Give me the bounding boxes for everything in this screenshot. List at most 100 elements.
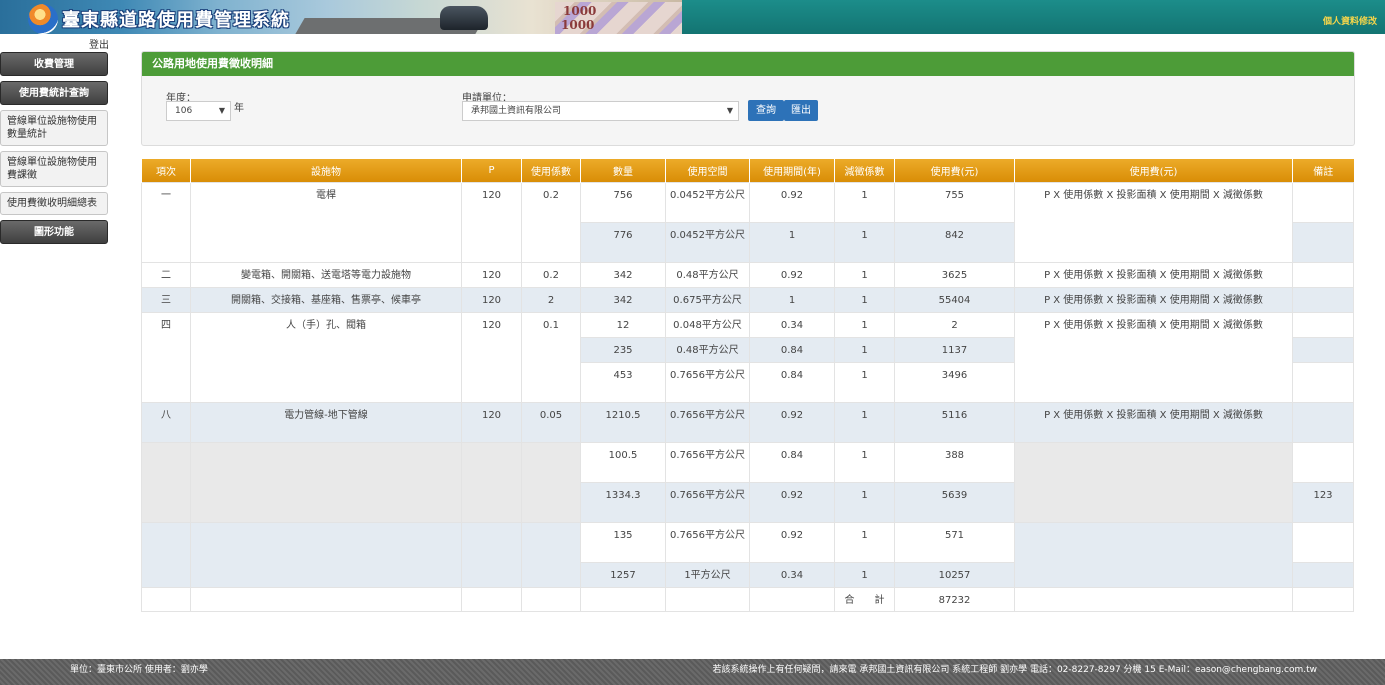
query-button[interactable]: 查詢 [748,100,784,121]
sidebar-item-facility-count[interactable]: 管線單位設施物使用數量統計 [0,110,108,146]
year-select[interactable]: 106 ▼ [166,101,231,121]
empty-cell [461,442,522,523]
table-row: 四 人（手）孔、閥箱 120 0.1 12 0.048平方公尺 0.34 1 2… [141,312,1354,403]
sidebar-item-fee-statistics[interactable]: 使用費統計查詢 [0,81,108,105]
table-header-row: 項次 設施物 P 使用係數 數量 使用空間 使用期間(年) 減徵係數 使用費(元… [141,159,1354,183]
profile-edit-link[interactable]: 個人資料修改 [1323,14,1377,27]
usage-period: 0.84 [749,337,835,363]
note [1292,402,1354,443]
filter-panel: 公路用地使用費徵收明細 年度： 106 ▼ 年 申請單位： 承邦國土資訊有限公司… [141,51,1355,146]
facility-name: 電桿 [190,182,462,263]
facility-name: 電力管線-地下管線 [190,402,462,443]
quantity: 1334.3 [580,482,666,523]
fee: 5116 [894,402,1015,443]
quantity: 342 [580,287,666,313]
year-suffix: 年 [234,103,244,114]
logo-icon [28,4,58,34]
note [1292,522,1354,563]
column-header: 使用費(元) [1014,159,1293,183]
empty-cell [521,522,581,588]
fee: 3496 [894,362,1015,403]
usage-period: 0.92 [749,402,835,443]
reduction-coefficient: 1 [834,562,895,588]
usage-coefficient: 0.2 [521,262,581,288]
empty-cell [141,587,191,612]
quantity: 756 [580,182,666,223]
footer-contact-info: 若該系統操作上有任何疑問，請來電 承邦國土資訊有限公司 系統工程師 劉亦學 電話… [712,665,1318,675]
p-value: 120 [461,287,522,313]
empty-cell [521,442,581,523]
note [1292,222,1354,263]
column-header: P [461,159,522,183]
table-row: 135 0.7656平方公尺 0.92 1 571 [141,522,1354,588]
fee-formula: P X 使用係數 X 投影面積 X 使用期間 X 減徵係數 [1014,402,1293,443]
quantity: 135 [580,522,666,563]
column-header: 使用空間 [665,159,750,183]
export-button[interactable]: 匯出 [784,100,818,121]
reduction-coefficient: 1 [834,312,895,338]
header-banner: 1000 1000 臺東縣道路使用費管理系統 個人資料修改 [0,0,1385,34]
note [1292,312,1354,338]
column-header: 設施物 [190,159,462,183]
total-label: 合 計 [834,587,895,612]
note [1292,337,1354,363]
chevron-down-icon: ▼ [218,106,225,115]
table-row: 100.5 0.7656平方公尺 0.84 1 388 [141,442,1354,523]
empty-cell [1014,587,1293,612]
usage-coefficient: 0.05 [521,402,581,443]
empty-cell [190,522,462,588]
usage-period: 0.92 [749,522,835,563]
reduction-coefficient: 1 [834,182,895,223]
usage-space: 0.0452平方公尺 [665,182,750,223]
logout-link[interactable]: 登出 [89,36,109,51]
p-value: 120 [461,402,522,443]
quantity: 1210.5 [580,402,666,443]
column-header: 使用期間(年) [749,159,835,183]
usage-space: 0.48平方公尺 [665,262,750,288]
empty-cell [665,587,750,612]
item-no: 一 [141,182,191,263]
usage-space: 0.7656平方公尺 [665,442,750,483]
usage-period: 0.92 [749,482,835,523]
fee: 3625 [894,262,1015,288]
note [1292,442,1354,483]
fee: 842 [894,222,1015,263]
quantity: 12 [580,312,666,338]
footer-user-info: 單位：臺東市公所 使用者：劉亦學 [70,665,208,675]
fee-formula: P X 使用係數 X 投影面積 X 使用期間 X 減徵係數 [1014,312,1293,403]
facility-name: 變電箱、開關箱、送電塔等電力設施物 [190,262,462,288]
banner-bills: 1000 1000 [555,2,682,34]
usage-space: 1平方公尺 [665,562,750,588]
empty-cell [190,442,462,523]
usage-space: 0.675平方公尺 [665,287,750,313]
fee: 571 [894,522,1015,563]
fee: 755 [894,182,1015,223]
empty-cell [749,587,835,612]
fee-formula: P X 使用係數 X 投影面積 X 使用期間 X 減徵係數 [1014,287,1293,313]
sidebar-item-fee-management[interactable]: 收費管理 [0,52,108,76]
fee: 388 [894,442,1015,483]
empty-cell [141,442,191,523]
empty-cell [1014,522,1293,588]
reduction-coefficient: 1 [834,337,895,363]
fee: 10257 [894,562,1015,588]
column-header: 數量 [580,159,666,183]
fee-formula: P X 使用係數 X 投影面積 X 使用期間 X 減徵係數 [1014,262,1293,288]
sidebar: 收費管理 使用費統計查詢 管線單位設施物使用數量統計 管線單位設施物使用費課徵 … [0,52,112,249]
unit-select[interactable]: 承邦國土資訊有限公司 ▼ [462,101,739,121]
note: 123 [1292,482,1354,523]
usage-period: 0.84 [749,362,835,403]
quantity: 100.5 [580,442,666,483]
quantity: 453 [580,362,666,403]
sidebar-item-levy-summary[interactable]: 使用費徵收明細總表 [0,192,108,215]
sidebar-item-graphics[interactable]: 圖形功能 [0,220,108,244]
p-value: 120 [461,182,522,263]
quantity: 342 [580,262,666,288]
sidebar-item-facility-levy[interactable]: 管線單位設施物使用費課徵 [0,151,108,187]
item-no: 八 [141,402,191,443]
usage-space: 0.7656平方公尺 [665,522,750,563]
reduction-coefficient: 1 [834,482,895,523]
banner-bill-text: 1000 [563,4,597,18]
empty-cell [141,522,191,588]
column-header: 使用係數 [521,159,581,183]
